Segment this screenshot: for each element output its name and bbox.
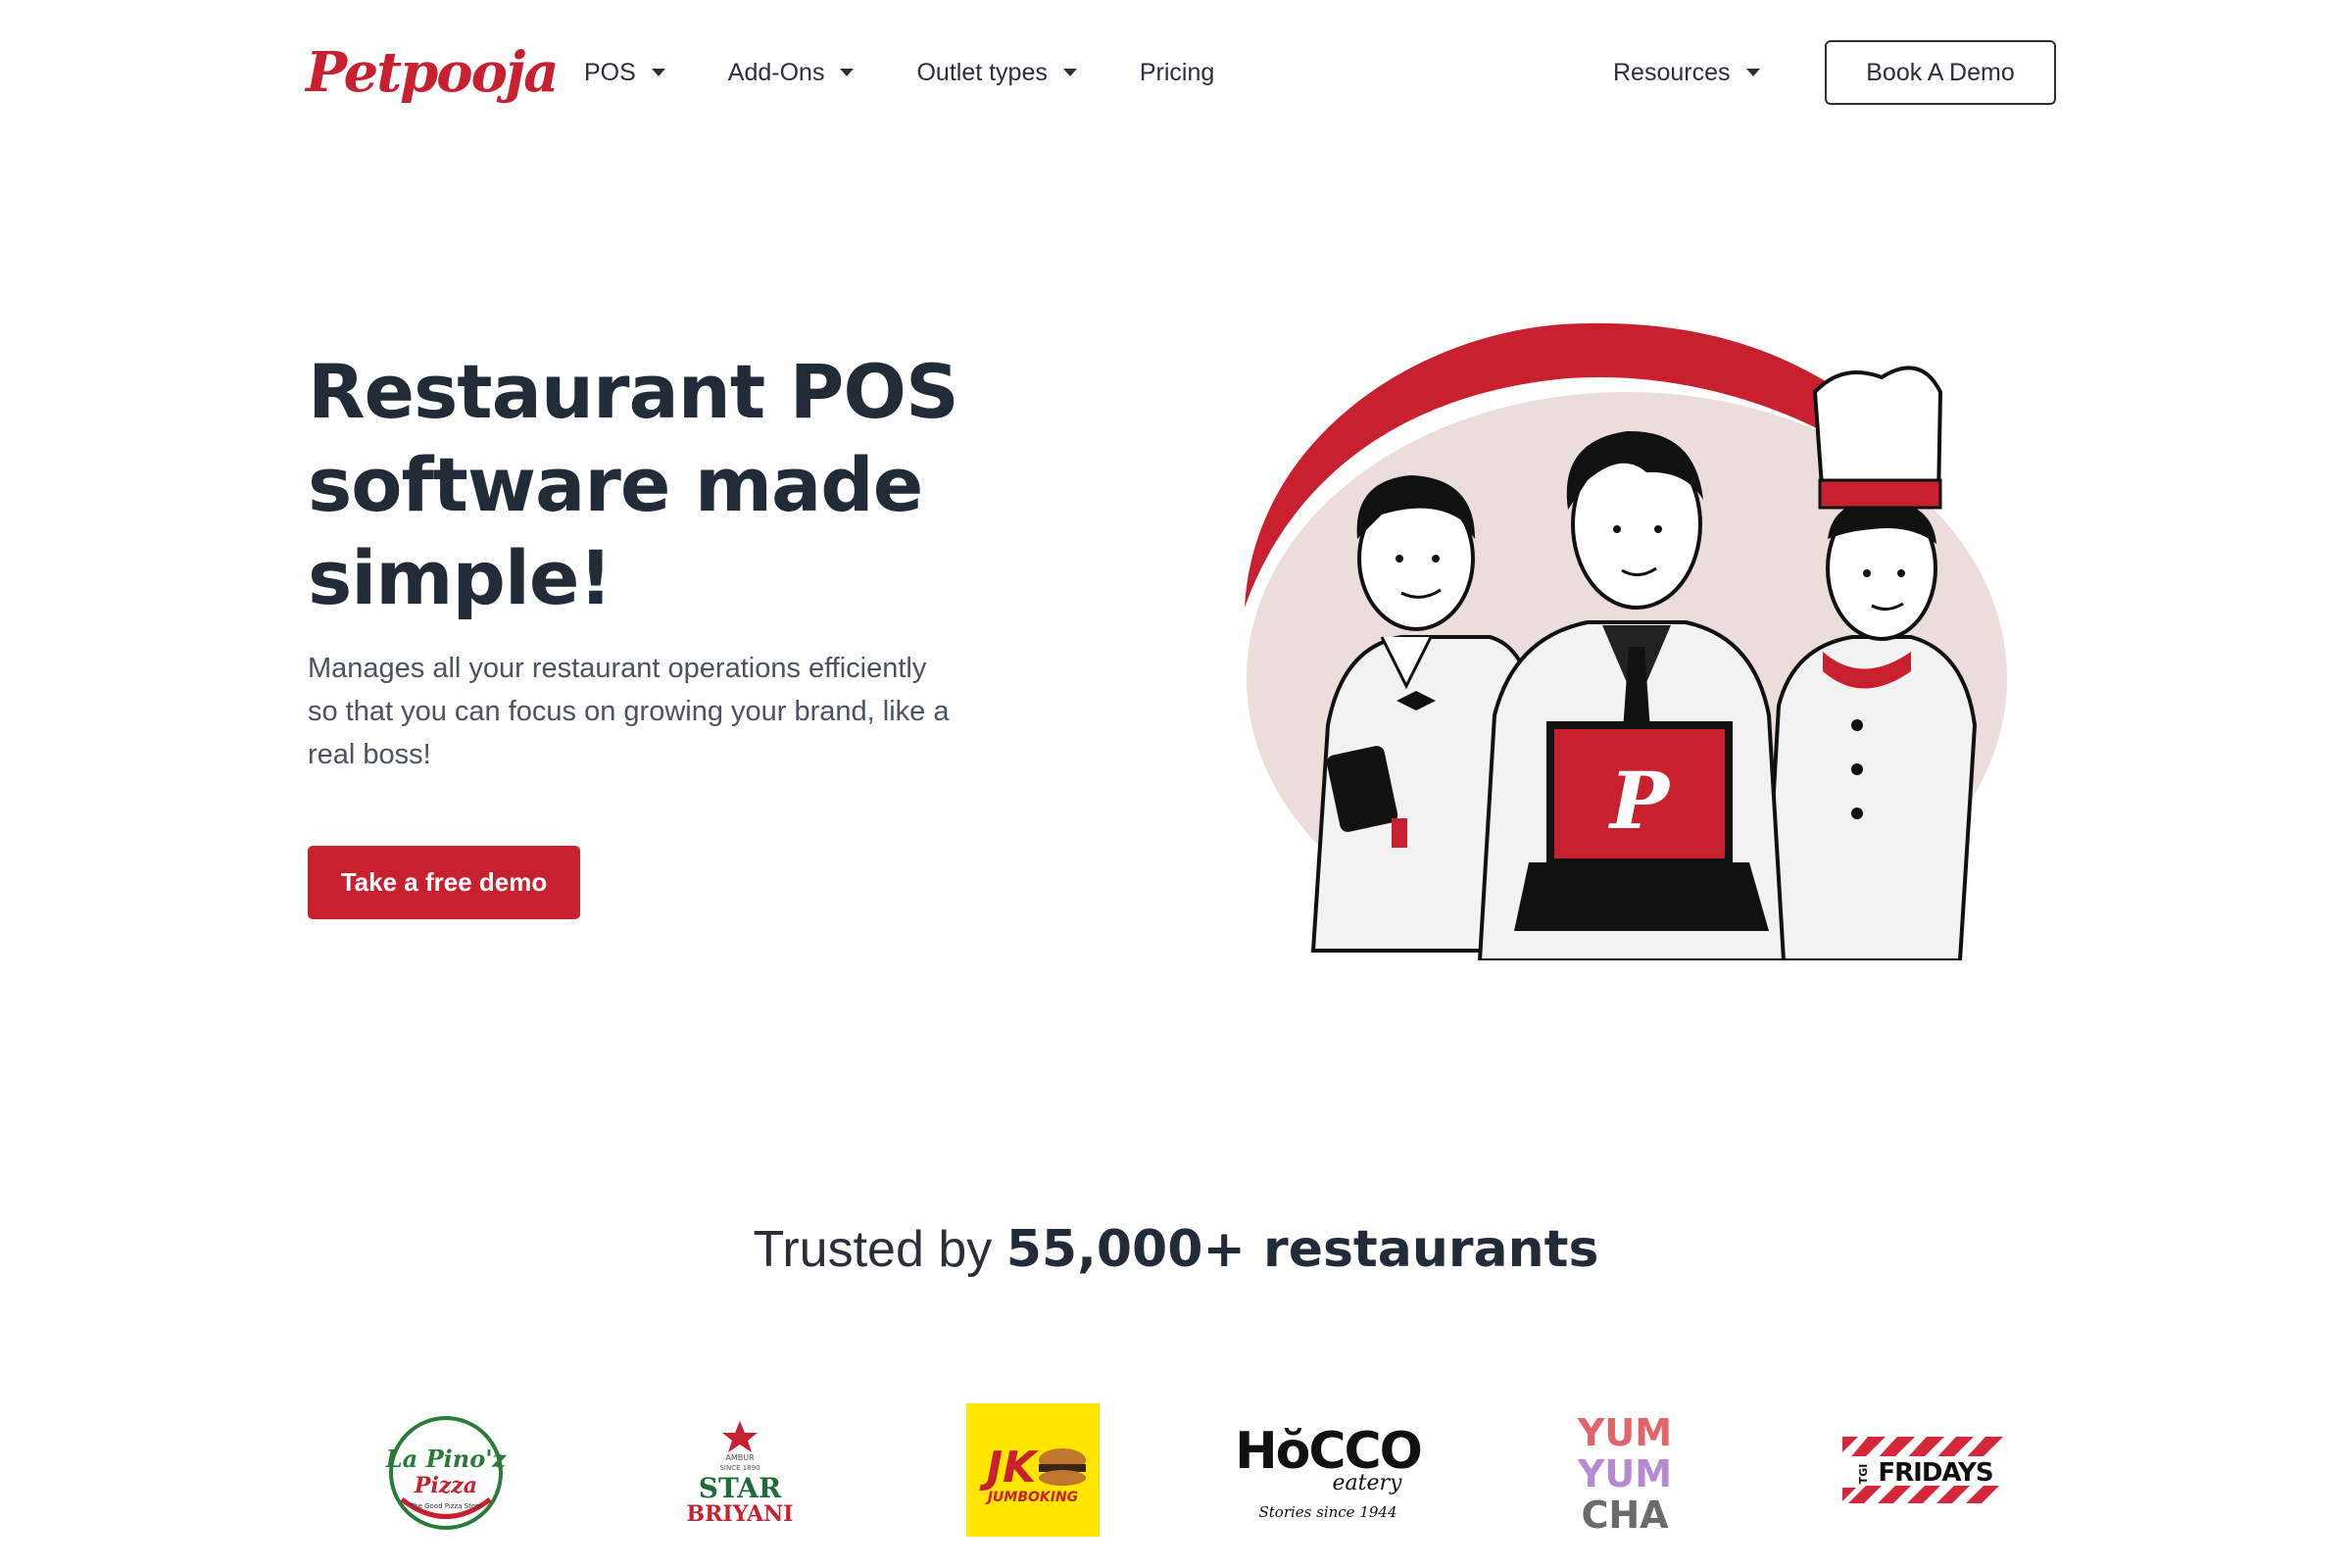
jumboking-logo-icon: JK JUMBOKING	[966, 1403, 1100, 1537]
svg-text:YUM: YUM	[1577, 1411, 1672, 1454]
svg-text:La Pino'z: La Pino'z	[385, 1445, 508, 1473]
main-nav: POS Add-Ons Outlet types Pricing	[584, 47, 1277, 98]
hero-illustration: P	[1245, 322, 2007, 960]
trusted-by-heading: Trusted by 55,000+ restaurants	[0, 1220, 2352, 1279]
take-free-demo-button[interactable]: Take a free demo	[308, 846, 580, 919]
svg-text:Stories since 1944: Stories since 1944	[1258, 1503, 1396, 1521]
brand-logo-jumboking: JK JUMBOKING	[966, 1401, 1100, 1539]
svg-text:SINCE 1890: SINCE 1890	[719, 1464, 760, 1472]
brand-logo-hocco: HŏCCO eatery Stories since 1944	[1235, 1401, 1421, 1539]
svg-text:TGI: TGI	[1857, 1464, 1870, 1485]
laptop-logo-letter: P	[1608, 755, 1672, 847]
star-briyani-logo-icon: AMBUR SINCE 1890 STAR BRIYANI	[687, 1421, 794, 1527]
nav-item-label: Add-Ons	[727, 58, 825, 86]
svg-text:STAR: STAR	[699, 1472, 782, 1504]
svg-text:BRIYANI: BRIYANI	[687, 1501, 794, 1527]
svg-text:The Good Pizza Store: The Good Pizza Store	[409, 1502, 482, 1510]
svg-text:JUMBOKING: JUMBOKING	[985, 1490, 1078, 1505]
nav-item-pricing[interactable]: Pricing	[1140, 59, 1214, 87]
svg-text:eatery: eatery	[1333, 1471, 1403, 1495]
logo-wordmark: Petpooja	[306, 40, 560, 105]
svg-text:CHA: CHA	[1581, 1494, 1669, 1534]
nav-item-resources[interactable]: Resources	[1613, 47, 1760, 98]
svg-text:FRIDAYS: FRIDAYS	[1878, 1458, 1992, 1488]
brand-logo-row: La Pino'z Pizza The Good Pizza Store AMB…	[0, 1401, 2352, 1548]
brand-logo-tgi-fridays: TGI FRIDAYS	[1842, 1401, 2009, 1539]
tgi-fridays-logo-icon: TGI FRIDAYS	[1842, 1437, 2009, 1503]
chevron-down-icon	[1062, 69, 1077, 76]
trusted-highlight: 55,000+ restaurants	[1005, 1220, 1599, 1279]
svg-text:AMBUR: AMBUR	[725, 1453, 755, 1462]
book-demo-button[interactable]: Book A Demo	[1825, 40, 2056, 105]
chevron-down-icon	[840, 69, 855, 76]
nav-item-pos[interactable]: POS	[584, 59, 665, 87]
svg-text:JK: JK	[979, 1443, 1039, 1493]
brand-logo-yum-yum-cha: YUM YUM CHA	[1566, 1401, 1684, 1539]
nav-item-label: Outlet types	[916, 58, 1048, 86]
brand-logo-lapinoz: La Pino'z Pizza The Good Pizza Store	[377, 1401, 514, 1539]
nav-item-label: Resources	[1613, 58, 1731, 86]
laptop-icon: P	[1514, 721, 1769, 931]
chevron-down-icon	[1745, 69, 1760, 76]
hero-title: Restaurant POS software made simple!	[308, 348, 959, 621]
svg-text:Pizza: Pizza	[414, 1473, 477, 1498]
hero-subtitle: Manages all your restaurant operations e…	[308, 653, 950, 770]
petpooja-logo[interactable]: Petpooja	[306, 33, 560, 112]
nav-item-outlet-types[interactable]: Outlet types	[916, 58, 1077, 87]
lapinoz-logo-icon: La Pino'z Pizza The Good Pizza Store	[385, 1416, 508, 1530]
trusted-prefix: Trusted by	[753, 1221, 993, 1278]
brand-logo-star-briyani: AMBUR SINCE 1890 STAR BRIYANI	[676, 1401, 804, 1539]
chevron-down-icon	[651, 69, 665, 76]
nav-item-label: Pricing	[1139, 58, 1215, 86]
svg-text:YUM: YUM	[1577, 1452, 1672, 1495]
nav-item-add-ons[interactable]: Add-Ons	[728, 59, 855, 87]
hocco-logo-icon: HŏCCO eatery Stories since 1944	[1235, 1422, 1421, 1521]
yum-yum-cha-logo-icon: YUM YUM CHA	[1577, 1411, 1672, 1534]
nav-item-label: POS	[584, 58, 636, 86]
site-header: Petpooja POS Add-Ons Outlet types Pricin…	[0, 0, 2352, 147]
